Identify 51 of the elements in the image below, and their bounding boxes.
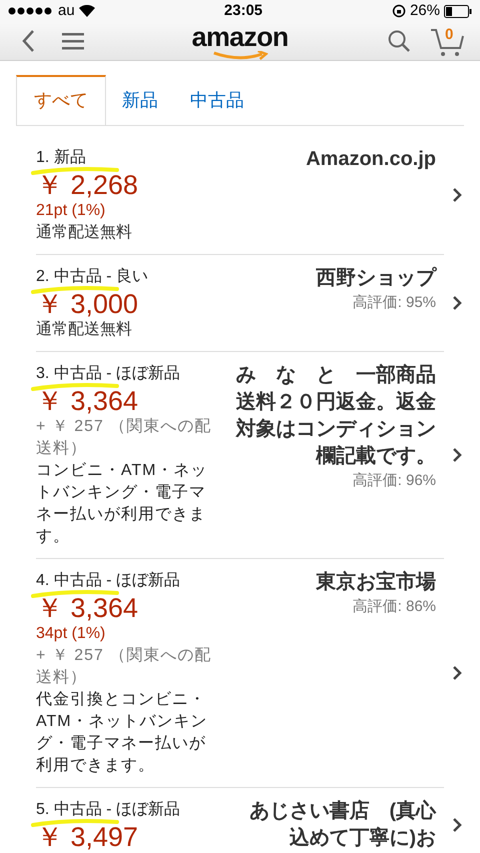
offer-condition: 1. 新品: [36, 148, 86, 166]
offer-condition: 3. 中古品 - ほぼ新品: [36, 364, 180, 382]
tab[interactable]: 中古品: [174, 74, 260, 124]
back-icon: [21, 29, 35, 53]
offer-condition: 5. 中古品 - ほぼ新品: [36, 800, 180, 818]
offer-price: ￥ 3,364: [36, 386, 140, 416]
seller-name: 東京お宝市場: [314, 570, 436, 594]
offer-price: ￥ 2,268: [36, 170, 140, 200]
offer-condition: 2. 中古品 - 良い: [36, 268, 148, 284]
seller-name: 西野ショップ: [315, 266, 436, 290]
amazon-logo[interactable]: amazon: [192, 22, 288, 60]
offer-row[interactable]: 1. 新品 ￥ 2,268 21pt (1%) 通常配送無料 Amazon.co.jp: [36, 136, 444, 254]
carrier-name: au: [58, 1, 75, 21]
offer-row[interactable]: 5. 中古品 - ほぼ新品 ￥ 3,497 あじさい書店 (真心込めて丁寧に)お: [36, 788, 444, 853]
seller-rating: 高評価: 86%: [352, 596, 436, 616]
shipping-text: 通常配送無料: [36, 222, 133, 242]
seller-rating: 高評価: 96%: [352, 470, 436, 490]
chevron-icon: [452, 186, 462, 202]
smile-arrow-icon: [212, 50, 268, 60]
lock-rotation-icon: [392, 4, 406, 18]
seller-name: み な と 一部商品送料２０円返金。返金対象はコンディション欄記載です。: [236, 362, 436, 468]
tab[interactable]: 新品: [106, 74, 174, 124]
signal-icon: [8, 7, 54, 16]
delivery-fee: + ￥ 257 （関東への配送料）: [36, 646, 212, 688]
tab[interactable]: すべて: [16, 74, 106, 124]
seller-rating: 高評価: 95%: [352, 292, 436, 312]
chevron-icon: [452, 294, 462, 310]
chevron-icon: [452, 446, 462, 462]
clock-time: 23:05: [224, 1, 263, 21]
offer-price: ￥ 3,497: [36, 822, 140, 852]
delivery-fee: + ￥ 257 （関東への配送料）: [36, 416, 212, 458]
payment-note: コンビニ・ATM・ネットバンキング・電子マネー払いが利用できます。: [36, 460, 209, 546]
offer-condition: 4. 中古品 - ほぼ新品: [36, 572, 180, 588]
chevron-icon: [452, 816, 462, 832]
search-icon: [387, 29, 411, 53]
offer-row[interactable]: 2. 中古品 - 良い ￥ 3,000 通常配送無料 西野ショップ 高評価: 95%: [36, 254, 444, 352]
offer-row[interactable]: 4. 中古品 - ほぼ新品 ￥ 3,364 34pt (1%) + ￥ 257 （関東への配送料） 代金引換とコンビニ・ATM・ネットバンキング・電子マネー払いが利用できます。 東京お宝市場 高評価: 86%: [36, 558, 444, 788]
offer-price: ￥ 3,000: [36, 288, 140, 318]
points-text: 21pt (1%): [36, 200, 106, 220]
seller-name: Amazon.co.jp: [304, 146, 436, 172]
battery-icon: [444, 4, 472, 18]
offer-price: ￥ 3,364: [36, 592, 140, 622]
seller-name: あじさい書店 (真心込めて丁寧に)お: [248, 798, 436, 850]
battery-percent: 26%: [410, 1, 440, 21]
payment-note: 代金引換とコンビニ・ATM・ネットバンキング・電子マネー払いが利用できます。: [36, 690, 209, 776]
points-text: 34pt (1%): [36, 624, 106, 644]
wifi-icon: [78, 5, 95, 18]
offer-row[interactable]: 3. 中古品 - ほぼ新品 ￥ 3,364 + ￥ 257 （関東への配送料） コンビニ・ATM・ネットバンキング・電子マネー払いが利用できます。 み な と 一部商品送料２０円返金。返金対象はコンディション欄記載です。 高評価: 96%: [36, 352, 444, 558]
shipping-text: 通常配送無料: [36, 320, 133, 340]
menu-icon: [62, 32, 84, 50]
chevron-icon: [452, 664, 462, 680]
